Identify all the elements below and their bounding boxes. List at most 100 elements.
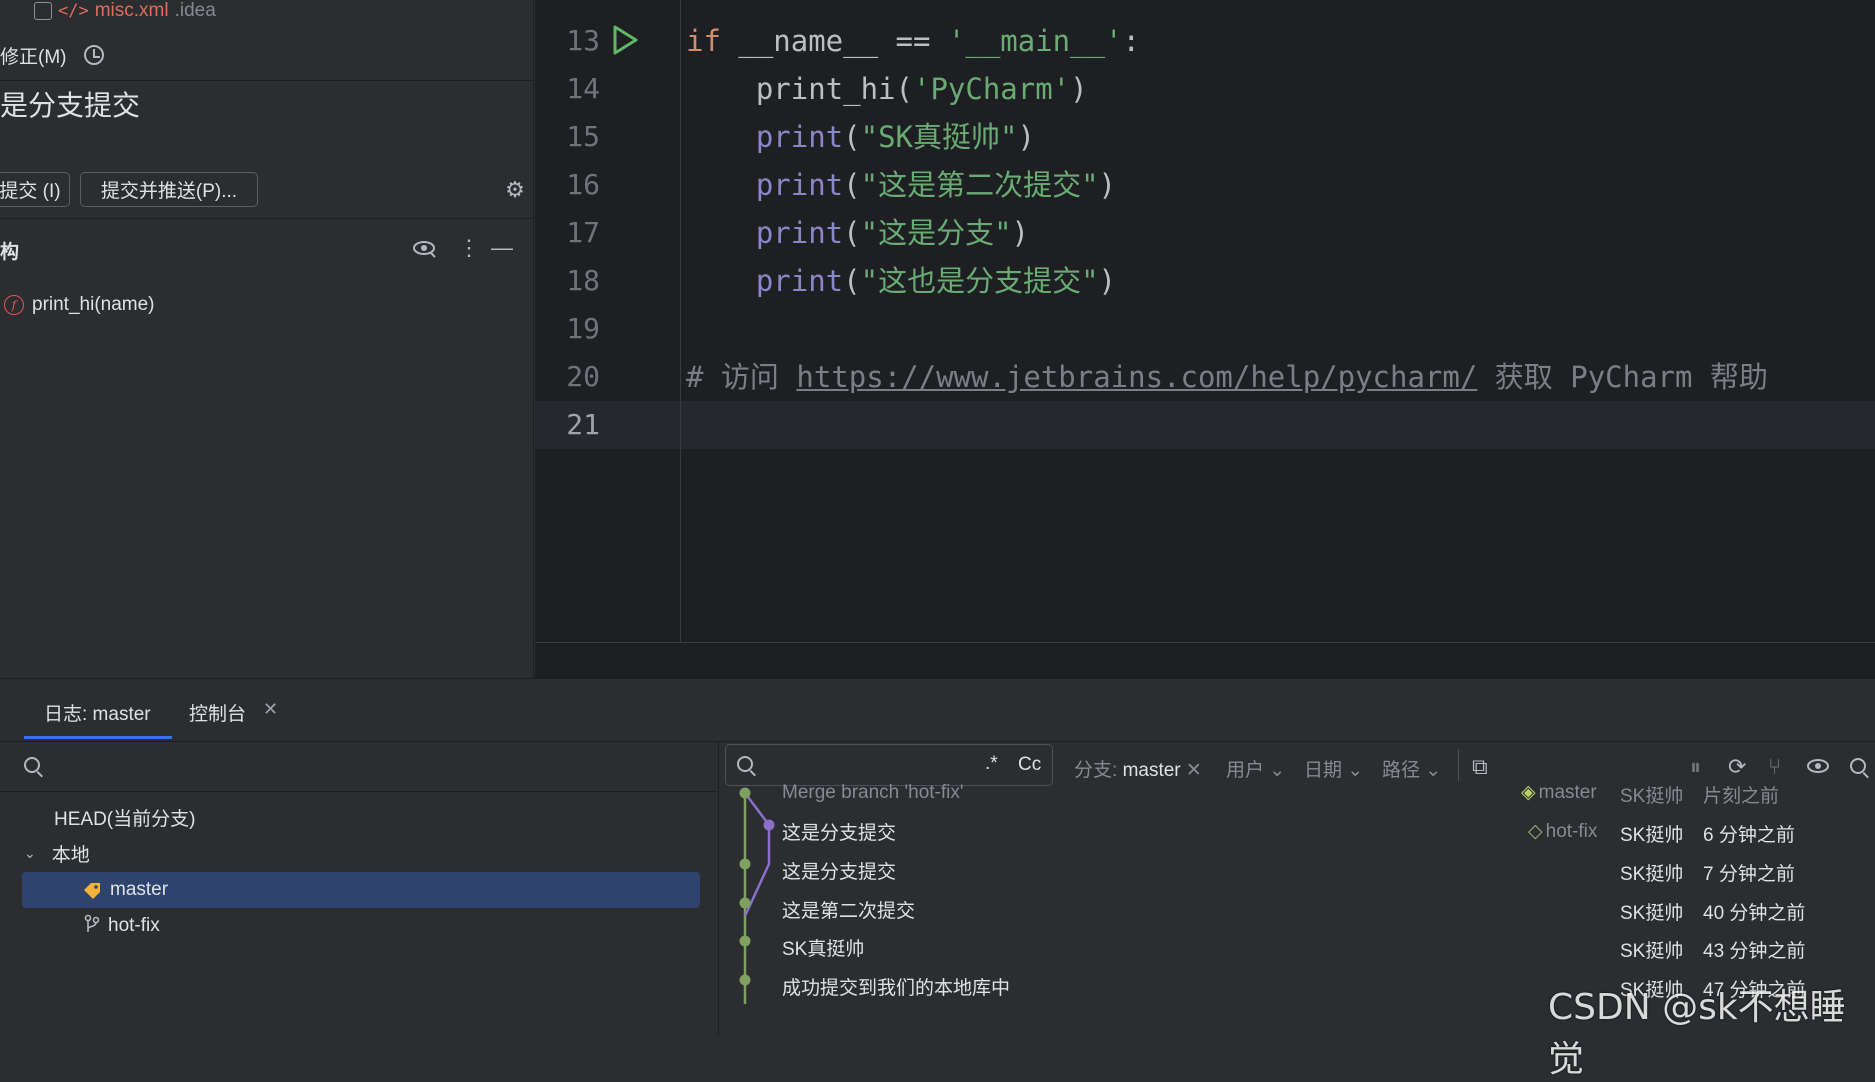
- changed-file-row[interactable]: </> misc.xml .idea: [34, 0, 216, 22]
- user-filter[interactable]: 用户 ⌄: [1226, 755, 1285, 782]
- code-token: "这是第二次提交": [860, 168, 1099, 202]
- search-icon[interactable]: [24, 757, 40, 773]
- commit-message: 这是第二次提交: [782, 901, 916, 922]
- commit-node[interactable]: [763, 819, 775, 831]
- case-toggle[interactable]: Cc: [1018, 754, 1041, 776]
- commit-ref-label: master: [1538, 781, 1597, 803]
- code-token: '__main__': [947, 24, 1123, 58]
- code-token: (: [843, 120, 861, 154]
- commit-panel: </> misc.xml .idea 修正(M) 是分支提交 提交 (I) 提交…: [0, 0, 534, 678]
- chevron-down-icon[interactable]: ⌄: [24, 845, 36, 862]
- commit-date: 43 分钟之前: [1703, 941, 1806, 962]
- path-filter[interactable]: 路径 ⌄: [1382, 755, 1441, 782]
- tag-icon: [82, 881, 104, 899]
- commit-button[interactable]: 提交 (I): [0, 172, 70, 207]
- gutter-divider: [680, 0, 681, 642]
- structure-item[interactable]: f print_hi(name): [4, 292, 155, 318]
- branch-item-master[interactable]: master: [82, 872, 168, 908]
- gear-icon[interactable]: ⚙: [504, 179, 526, 201]
- line-number-current: 21: [566, 408, 600, 441]
- branch-filter-label: 分支:: [1074, 760, 1123, 781]
- minimize-icon[interactable]: —: [491, 236, 513, 260]
- divider: [0, 741, 1875, 742]
- regex-toggle[interactable]: .*: [985, 753, 998, 775]
- branch-group-label: 本地: [51, 844, 90, 866]
- cherry-pick-icon[interactable]: ⑂: [1768, 754, 1781, 780]
- commit-author: SK挺帅: [1620, 786, 1684, 807]
- structure-item-label: print_hi(name): [32, 294, 155, 315]
- commit-message: SK真挺帅: [782, 939, 865, 960]
- branch-item-hot-fix[interactable]: hot-fix: [82, 908, 160, 944]
- new-tab-icon[interactable]: ⧉: [1472, 754, 1488, 780]
- code-token: if: [686, 24, 721, 58]
- path-filter-label: 路径: [1382, 760, 1421, 781]
- commit-and-push-button[interactable]: 提交并推送(P)...: [80, 172, 258, 207]
- code-token: "这是分支": [860, 216, 1012, 250]
- commit-node[interactable]: [739, 897, 751, 909]
- code-line-15: print("SK真挺帅"): [686, 113, 1035, 161]
- commit-node[interactable]: [739, 935, 751, 947]
- commit-ref-label: hot-fix: [1545, 820, 1598, 842]
- search-icon: [737, 756, 753, 772]
- file-checkbox[interactable]: [34, 2, 52, 20]
- commit-message: 成功提交到我们的本地库中: [782, 978, 1011, 999]
- code-token: "SK真挺帅": [860, 120, 1018, 154]
- commit-ref: ◈ master: [1521, 781, 1597, 804]
- search-icon[interactable]: [1850, 758, 1866, 774]
- code-token: ): [1098, 168, 1116, 202]
- tab-log-master[interactable]: 日志: master: [44, 699, 151, 726]
- file-name: misc.xml: [94, 0, 169, 21]
- commit-row[interactable]: 这是第二次提交: [782, 890, 915, 929]
- more-options-icon[interactable]: ⋮: [458, 236, 480, 260]
- code-token: "这也是分支提交": [860, 264, 1099, 298]
- divider: [1458, 749, 1459, 781]
- commit-node[interactable]: [739, 858, 751, 870]
- commit-author: SK挺帅: [1620, 864, 1684, 885]
- code-token: (: [843, 168, 861, 202]
- code-line-18: print("这也是分支提交"): [686, 257, 1116, 305]
- code-line-13: if __name__ == '__main__':: [686, 17, 1140, 65]
- eye-icon[interactable]: [412, 236, 438, 265]
- tab-console[interactable]: 控制台: [189, 699, 246, 726]
- eye-icon[interactable]: [1806, 754, 1832, 784]
- code-token: __name__ ==: [720, 24, 948, 58]
- clear-filter-icon[interactable]: ✕: [1186, 760, 1202, 781]
- date-filter[interactable]: 日期 ⌄: [1304, 755, 1363, 782]
- commit-message-input[interactable]: 是分支提交: [0, 84, 140, 124]
- branch-icon: [82, 914, 102, 939]
- code-token: print_hi(: [686, 72, 913, 106]
- code-token: (: [843, 216, 861, 250]
- commit-row[interactable]: 这是分支提交: [782, 851, 896, 890]
- branch-group-local[interactable]: ⌄ 本地: [24, 835, 90, 871]
- branch-head[interactable]: HEAD(当前分支): [54, 799, 195, 835]
- commit-row[interactable]: SK真挺帅: [782, 928, 864, 967]
- amend-checkbox-label[interactable]: 修正(M): [0, 42, 66, 69]
- tag-icon: ◇: [1528, 821, 1543, 842]
- commit-author: SK挺帅: [1620, 903, 1684, 924]
- code-token: :: [1122, 24, 1140, 58]
- commit-node[interactable]: [739, 974, 751, 986]
- run-icon[interactable]: [611, 24, 639, 56]
- refresh-icon[interactable]: ⟳: [1728, 754, 1746, 780]
- help-link[interactable]: https://www.jetbrains.com/help/pycharm/: [796, 360, 1477, 394]
- line-number: 14: [566, 72, 600, 105]
- commit-node[interactable]: [739, 787, 751, 799]
- branch-filter-value: master: [1122, 760, 1181, 781]
- history-clock-icon[interactable]: [84, 45, 105, 65]
- line-number: 17: [566, 216, 600, 249]
- code-token: print: [686, 168, 844, 202]
- branch-filter[interactable]: 分支: master ✕: [1074, 755, 1202, 782]
- commit-row[interactable]: Merge branch 'hot-fix': [782, 773, 964, 812]
- line-number: 13: [566, 24, 600, 57]
- close-tab-icon[interactable]: ✕: [263, 699, 278, 721]
- user-filter-label: 用户: [1226, 760, 1265, 781]
- commit-message: 这是分支提交: [782, 823, 897, 844]
- divider: [0, 80, 534, 81]
- commit-ref: ◇ hot-fix: [1528, 820, 1597, 843]
- pause-icon[interactable]: ⏸: [1690, 754, 1701, 780]
- editor-bottom-bar: [535, 642, 1875, 678]
- date-filter-label: 日期: [1304, 760, 1343, 781]
- commit-row[interactable]: 这是分支提交: [782, 812, 896, 851]
- commit-row[interactable]: 成功提交到我们的本地库中: [782, 967, 1010, 1006]
- structure-panel-title: 构: [0, 242, 20, 263]
